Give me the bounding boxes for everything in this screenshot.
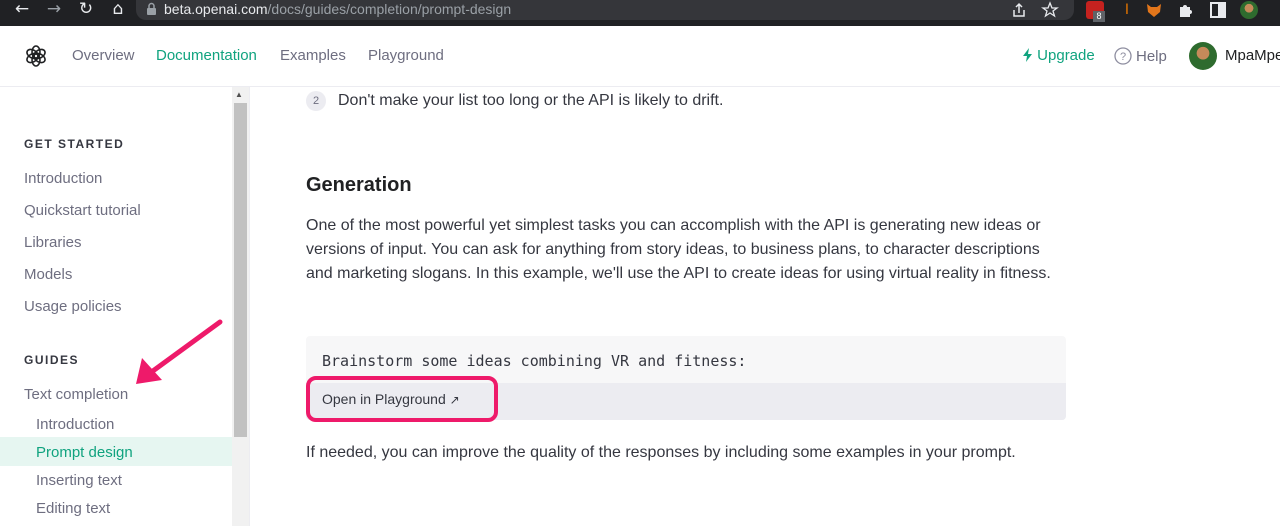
- home-icon[interactable]: ⌂: [108, 0, 128, 20]
- upgrade-label: Upgrade: [1037, 47, 1095, 64]
- lightning-icon: [1023, 48, 1032, 62]
- sidebar-item-quickstart[interactable]: Quickstart tutorial: [24, 202, 141, 219]
- section-heading-guides: GUIDES: [24, 353, 80, 367]
- sidebar-subitem-editing-text[interactable]: Editing text: [36, 500, 110, 517]
- lock-icon: [147, 2, 156, 15]
- prompt-code-text: Brainstorm some ideas combining VR and f…: [322, 352, 747, 370]
- site-header: Overview Documentation Examples Playgrou…: [0, 26, 1280, 87]
- sidebar-scrollbar-thumb[interactable]: [234, 103, 247, 437]
- extension-badge: 8: [1093, 11, 1105, 22]
- user-avatar[interactable]: [1189, 42, 1217, 70]
- svg-text:?: ?: [1120, 51, 1126, 63]
- url-domain: beta.openai.com: [164, 1, 268, 17]
- sidebar-item-models[interactable]: Models: [24, 266, 72, 283]
- sidebar-subitem-inserting-text[interactable]: Inserting text: [36, 472, 122, 489]
- share-icon[interactable]: [1010, 1, 1028, 19]
- sidebar-item-usage-policies[interactable]: Usage policies: [24, 298, 122, 315]
- followup-paragraph: If needed, you can improve the quality o…: [306, 444, 1016, 461]
- bookmark-star-icon[interactable]: [1041, 1, 1059, 19]
- profile-avatar-icon[interactable]: [1240, 1, 1258, 19]
- nav-playground[interactable]: Playground: [368, 47, 444, 64]
- help-link[interactable]: ? Help: [1114, 47, 1167, 65]
- sidebar-subitem-prompt-design[interactable]: Prompt design: [36, 444, 133, 461]
- side-panel-icon[interactable]: [1209, 1, 1227, 19]
- openai-logo-icon[interactable]: [24, 44, 48, 68]
- list-number-badge: 2: [306, 91, 326, 111]
- list-item-text: Don't make your list too long or the API…: [338, 92, 724, 109]
- nav-documentation[interactable]: Documentation: [156, 47, 257, 64]
- nav-examples[interactable]: Examples: [280, 47, 346, 64]
- forward-arrow-icon[interactable]: →: [44, 0, 64, 20]
- extension-i-icon[interactable]: I: [1118, 1, 1136, 19]
- puzzle-extensions-icon[interactable]: [1177, 1, 1195, 19]
- back-arrow-icon[interactable]: ←: [12, 0, 32, 20]
- sidebar-subitem-introduction[interactable]: Introduction: [36, 416, 114, 433]
- sidebar-item-text-completion[interactable]: Text completion: [24, 386, 128, 403]
- section-heading-get-started: GET STARTED: [24, 137, 125, 151]
- generation-paragraph: One of the most powerful yet simplest ta…: [306, 217, 1051, 282]
- help-circle-icon: ?: [1114, 47, 1132, 65]
- sidebar-item-libraries[interactable]: Libraries: [24, 234, 82, 251]
- url-path: /docs/guides/completion/prompt-design: [267, 1, 512, 17]
- annotation-highlight-box: [306, 376, 498, 422]
- nav-overview[interactable]: Overview: [72, 47, 135, 64]
- upgrade-link[interactable]: Upgrade: [1022, 47, 1095, 64]
- scroll-up-arrow-icon[interactable]: ▲: [235, 90, 243, 99]
- user-name[interactable]: MpaMpe: [1225, 47, 1280, 64]
- url-text[interactable]: beta.openai.com/docs/guides/completion/p…: [164, 1, 511, 17]
- help-label: Help: [1136, 48, 1167, 65]
- section-heading-generation: Generation: [306, 174, 412, 196]
- reload-icon[interactable]: ↻: [76, 0, 96, 20]
- fox-extension-icon[interactable]: [1145, 1, 1163, 19]
- annotation-arrow-icon: [136, 319, 223, 384]
- docs-sidebar: GET STARTED Introduction Quickstart tuto…: [0, 87, 250, 526]
- sidebar-item-introduction[interactable]: Introduction: [24, 170, 102, 187]
- browser-toolbar: ← → ↻ ⌂ beta.openai.com/docs/guides/comp…: [0, 0, 1280, 26]
